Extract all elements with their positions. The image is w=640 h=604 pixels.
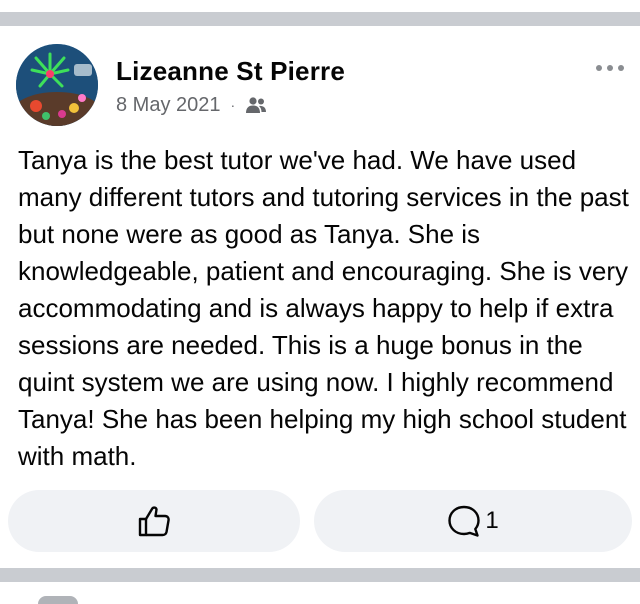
post-action-bar: 1 bbox=[0, 490, 640, 556]
like-button[interactable] bbox=[8, 490, 300, 552]
next-post-card bbox=[0, 582, 640, 604]
more-options-button[interactable] bbox=[590, 58, 630, 78]
post-date[interactable]: 8 May 2021 bbox=[116, 94, 221, 117]
meta-separator: · bbox=[230, 97, 236, 113]
post-meta: 8 May 2021 · bbox=[116, 92, 267, 118]
feed-divider-top bbox=[0, 0, 640, 28]
post-card: Lizeanne St Pierre 8 May 2021 · Tanya is… bbox=[0, 28, 640, 568]
more-dot-icon bbox=[607, 65, 613, 71]
more-dot-icon bbox=[596, 65, 602, 71]
author-name[interactable]: Lizeanne St Pierre bbox=[116, 56, 345, 87]
thumbs-up-icon bbox=[138, 506, 170, 537]
avatar-image bbox=[16, 44, 98, 126]
comment-button[interactable]: 1 bbox=[314, 490, 632, 552]
post-body-text: Tanya is the best tutor we've had. We ha… bbox=[18, 145, 629, 471]
more-dot-icon bbox=[618, 65, 624, 71]
author-avatar[interactable] bbox=[16, 44, 98, 126]
friends-icon[interactable] bbox=[245, 96, 267, 114]
comment-icon bbox=[448, 505, 481, 537]
comment-count: 1 bbox=[485, 507, 499, 534]
feed-divider-bottom bbox=[0, 568, 640, 582]
divider-bar bbox=[0, 12, 640, 26]
next-post-avatar[interactable] bbox=[38, 596, 78, 604]
